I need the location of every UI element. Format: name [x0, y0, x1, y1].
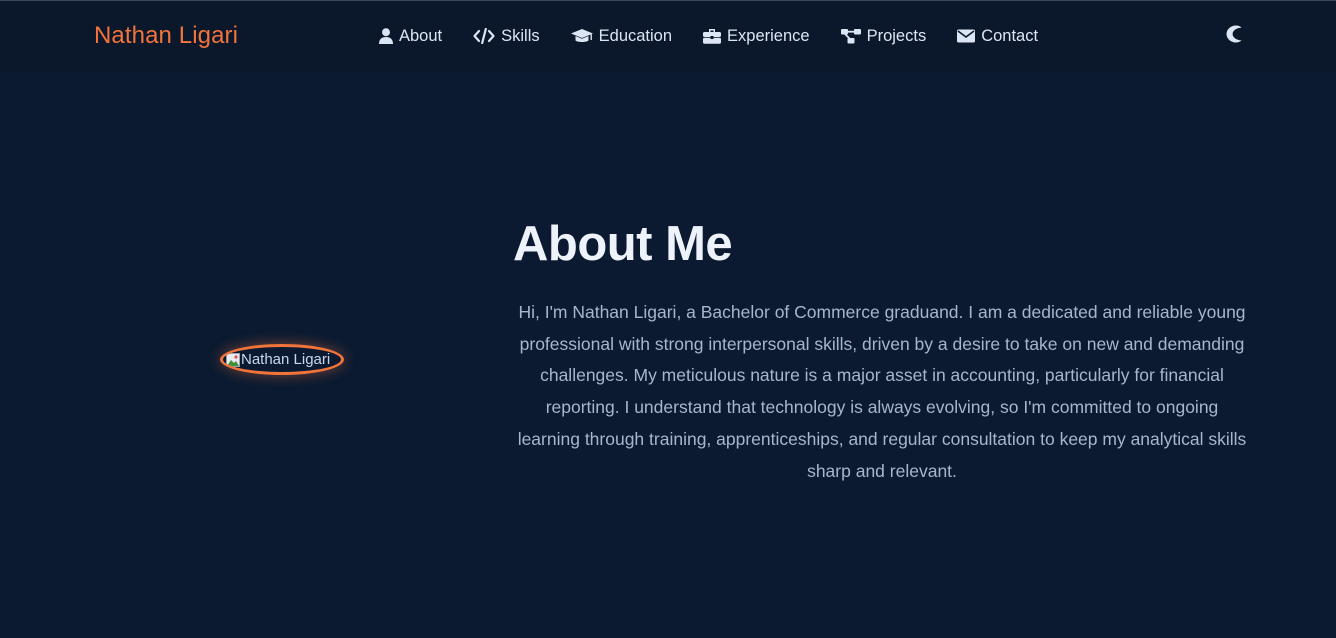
code-icon [473, 27, 495, 45]
nav-link-education[interactable]: Education [570, 26, 673, 46]
nav-link-label: Projects [866, 26, 927, 45]
about-title: About Me [513, 217, 733, 271]
about-section: Nathan Ligari About Me Hi, I'm Nathan Li… [0, 71, 1336, 638]
nav-link-label: Skills [501, 26, 540, 45]
nav-link-label: Contact [981, 26, 1039, 45]
user-icon [379, 27, 393, 45]
nav-links: About Skills Education Experience Projec… [379, 25, 1038, 47]
brand-logo-link[interactable]: Nathan Ligari [94, 22, 238, 50]
nav-link-about[interactable]: About [379, 27, 442, 46]
graduation-cap-icon [570, 27, 593, 45]
broken-image-icon [226, 352, 240, 367]
moon-icon [1226, 25, 1242, 48]
nav-link-label: Education [598, 26, 673, 45]
nav-link-label: About [399, 26, 443, 45]
navbar: Nathan Ligari About Skills Education Exp… [0, 1, 1336, 71]
sitemap-icon [840, 27, 861, 45]
profile-photo-alt-text: Nathan Ligari [241, 351, 331, 368]
profile-photo: Nathan Ligari [220, 344, 344, 375]
briefcase-icon [703, 27, 722, 45]
nav-link-contact[interactable]: Contact [957, 27, 1038, 46]
nav-link-skills[interactable]: Skills [473, 27, 540, 46]
about-description: Hi, I'm Nathan Ligari, a Bachelor of Com… [517, 302, 1247, 481]
nav-link-label: Experience [727, 26, 810, 45]
nav-link-experience[interactable]: Experience [703, 27, 810, 46]
nav-link-projects[interactable]: Projects [840, 26, 927, 46]
theme-toggle-button[interactable] [1224, 25, 1244, 48]
envelope-icon [957, 27, 976, 45]
